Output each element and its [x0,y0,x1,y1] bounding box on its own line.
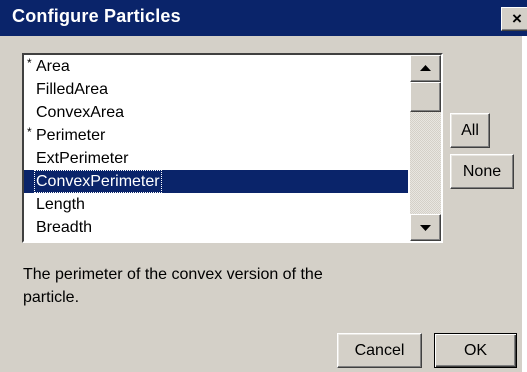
configure-particles-dialog: Configure Particles × * Area FilledArea Con… [0,0,527,372]
list-item[interactable]: FilledArea [24,78,408,101]
list-item[interactable]: Length [24,193,408,216]
close-icon: × [512,9,522,28]
list-item-label: Area [36,58,70,75]
list-item-label: ConvexArea [36,104,125,121]
list-item-label: ExtPerimeter [36,150,129,167]
cancel-button[interactable]: Cancel [337,333,422,368]
ok-button[interactable]: OK [434,333,517,368]
arrow-up-icon [420,65,431,71]
list-item-label: Breadth [36,219,93,236]
scroll-up-button[interactable] [410,55,441,82]
list-item[interactable]: * Area [24,55,408,78]
dialog-title: Configure Particles [12,6,181,26]
close-button[interactable]: × [501,7,527,31]
scroll-thumb[interactable] [410,82,441,112]
list-item[interactable]: ConvexArea [24,101,408,124]
list-scrollbar[interactable] [410,55,441,241]
window-edge [522,36,527,372]
scroll-down-button[interactable] [410,214,441,241]
list-item[interactable]: Breadth [24,216,408,239]
list-item[interactable]: * Perimeter [24,124,408,147]
list-item-marker: * [27,125,32,139]
particle-list[interactable]: * Area FilledArea ConvexArea * Perimeter ExtPe… [22,53,443,243]
particle-list-items: * Area FilledArea ConvexArea * Perimeter ExtPe… [24,55,408,241]
list-item-label: Length [36,196,85,213]
list-item-label: ConvexPerimeter [34,170,162,193]
list-item[interactable]: ExtPerimeter [24,147,408,170]
list-item[interactable]: ConvexPerimeter [24,170,408,193]
all-button[interactable]: All [450,113,490,148]
list-item-label: Perimeter [36,127,106,144]
list-item-label: FilledArea [36,81,109,98]
title-bar: Configure Particles × [0,0,527,36]
list-item-marker: * [27,56,32,70]
description-text: The perimeter of the convex version of t… [23,266,323,306]
arrow-down-icon [420,225,431,231]
none-button[interactable]: None [450,154,514,189]
